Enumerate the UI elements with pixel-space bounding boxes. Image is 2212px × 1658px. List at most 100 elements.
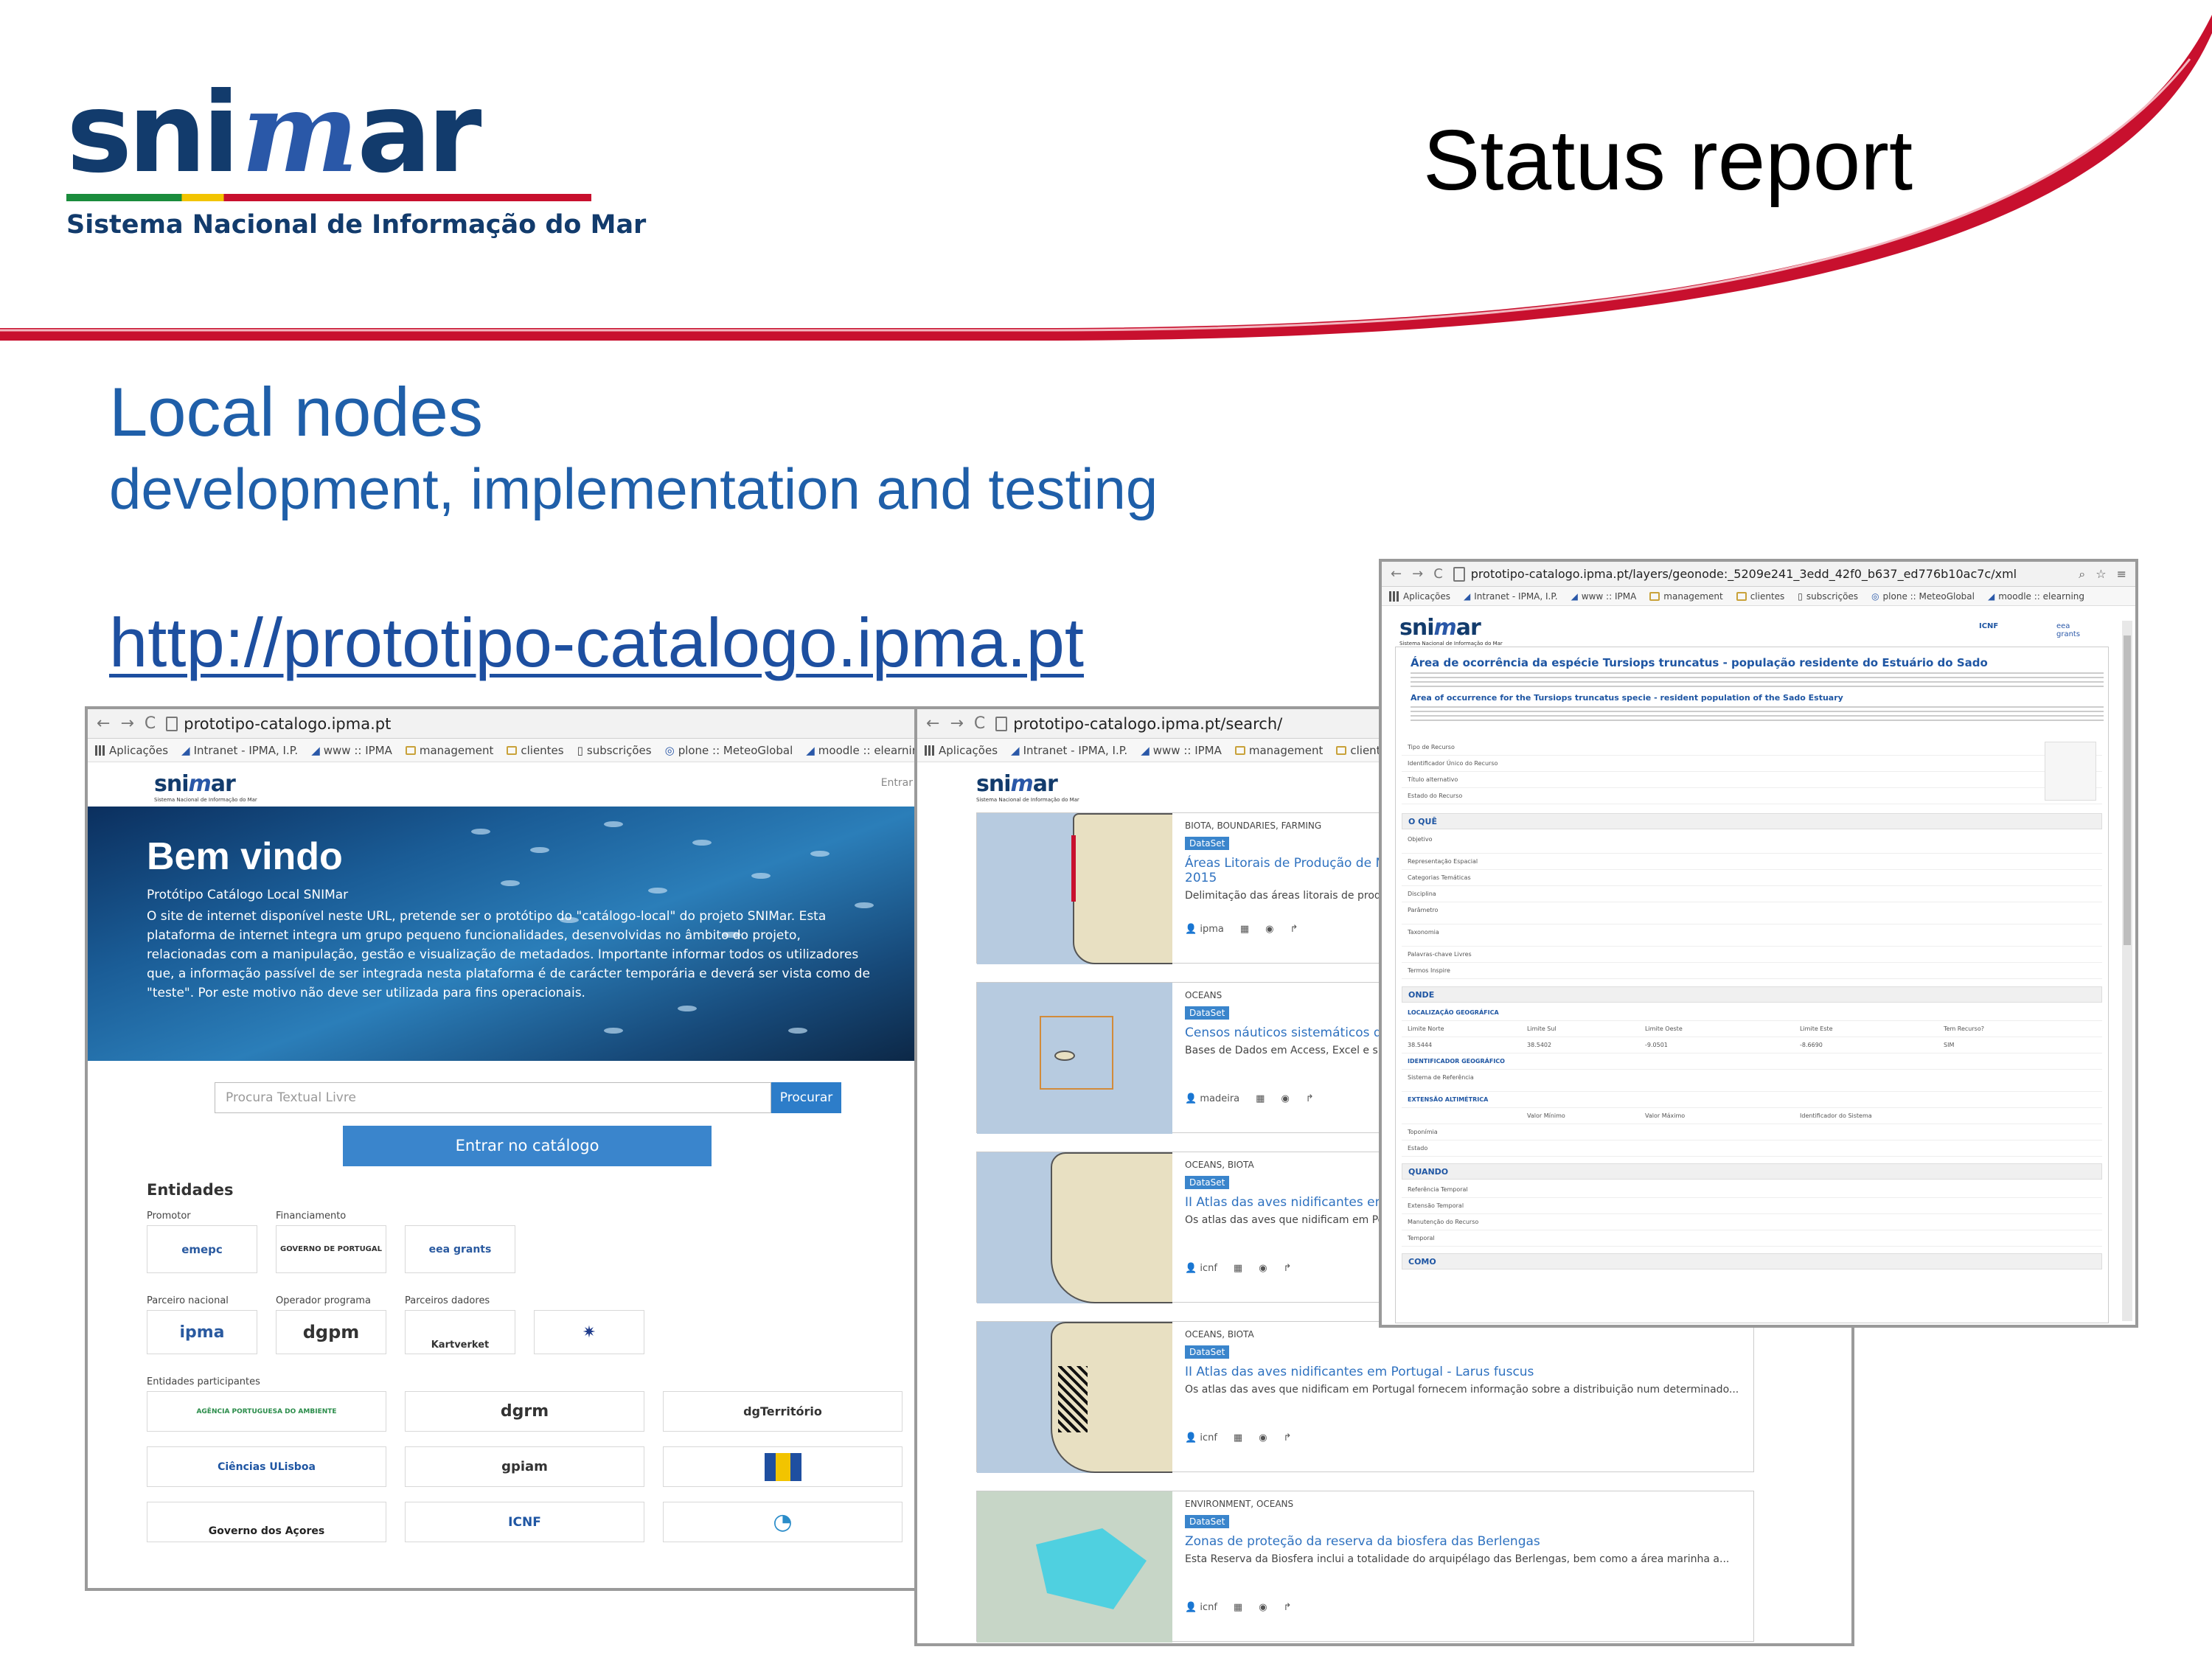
reload-icon[interactable]: C	[974, 714, 985, 733]
search-result-item[interactable]: ENVIRONMENT, OCEANS DataSet Zonas de pro…	[976, 1491, 1754, 1643]
back-icon[interactable]: ←	[97, 714, 110, 733]
alt-columns-row: Valor Mínimo Valor Máximo Identificador do…	[1402, 1108, 2102, 1124]
partner-logo-icnf: ICNF	[1979, 622, 1999, 630]
result-title[interactable]: II Atlas das aves nidificantes em Portug…	[1185, 1365, 1534, 1379]
welcome-title: Bem vindo	[147, 835, 343, 878]
emblem-icon[interactable]: ✷	[534, 1310, 644, 1354]
bookmark-www[interactable]: ◢ www :: IPMA	[1141, 744, 1222, 757]
reload-icon[interactable]: C	[1433, 566, 1443, 582]
enter-catalog-button[interactable]: Entrar no catálogo	[343, 1126, 712, 1166]
metadata-row: Temporal	[1402, 1230, 2102, 1247]
bookmark-apps[interactable]: Aplicações	[1389, 591, 1450, 602]
bookmark-apps[interactable]: Aplicações	[925, 744, 998, 757]
result-meta: 👤 icnf ▦ ◉ ↱	[1185, 1263, 1291, 1274]
logo-emepc[interactable]: emepc	[147, 1225, 257, 1273]
dataset-badge: DataSet	[1185, 1006, 1230, 1020]
hydrographic-logo-icon[interactable]: ◔	[663, 1502, 902, 1542]
result-map-thumbnail	[977, 1491, 1172, 1643]
bookmark-client[interactable]: client	[1336, 744, 1381, 757]
back-icon[interactable]: ←	[1391, 566, 1402, 582]
bookmark-moodle[interactable]: ◢ moodle :: elearning	[1988, 591, 2084, 602]
logo-icnf[interactable]: ICNF	[405, 1502, 644, 1542]
menu-icon[interactable]: ≡	[2117, 567, 2126, 581]
site-logo[interactable]: snimar Sistema Nacional de Informação do…	[154, 771, 257, 803]
metadata-title-pt: Área de ocorrência da espécie Tursiops t…	[1411, 656, 1988, 669]
login-link[interactable]: Entrar	[881, 777, 913, 789]
logo-apa[interactable]: AGÊNCIA PORTUGUESA DO AMBIENTE	[147, 1391, 386, 1432]
search-result-item[interactable]: OCEANS, BIOTA DataSet II Atlas das aves …	[976, 1321, 1754, 1473]
label-participantes: Entidades participantes	[147, 1376, 260, 1387]
address-bar[interactable]: prototipo-catalogo.ipma.pt/layers/geonod…	[1453, 566, 2017, 582]
logo-ciencias-ulisboa[interactable]: Ciências ULisboa	[147, 1446, 386, 1487]
bookmark-clientes[interactable]: clientes	[1736, 591, 1784, 602]
metadata-row: Toponímia	[1402, 1124, 2102, 1140]
site-logo[interactable]: snimar Sistema Nacional de Informação do…	[1399, 615, 1503, 647]
reload-icon[interactable]: C	[145, 714, 156, 733]
search-button[interactable]: Procurar	[771, 1082, 841, 1113]
dataset-badge: DataSet	[1185, 1176, 1230, 1189]
section-what[interactable]: O QUÊ	[1402, 813, 2102, 829]
geo-identifier-heading: IDENTIFICADOR GEOGRÁFICO	[1402, 1053, 2102, 1070]
logo-madeira-flag[interactable]	[663, 1446, 902, 1487]
abstract-en-text	[1411, 706, 2104, 724]
catalog-url-link[interactable]: http://prototipo-catalogo.ipma.pt	[109, 603, 1084, 683]
logo-dgterritorio[interactable]: dgTerritório	[663, 1391, 902, 1432]
result-categories: OCEANS, BIOTA	[1185, 1329, 1254, 1340]
address-bar[interactable]: prototipo-catalogo.ipma.pt	[166, 715, 391, 733]
bookmark-apps[interactable]: Aplicações	[95, 744, 168, 757]
bookmark-subscricoes[interactable]: ▯ subscrições	[577, 744, 652, 757]
bookmark-www[interactable]: ◢ www :: IPMA	[1571, 591, 1637, 602]
section-where[interactable]: ONDE	[1402, 986, 2102, 1003]
bookmark-intranet[interactable]: ◢ Intranet - IPMA, I.P.	[1011, 744, 1127, 757]
star-icon[interactable]: ☆	[2096, 567, 2106, 581]
logo-governo-portugal[interactable]: GOVERNO DE PORTUGAL	[276, 1225, 386, 1273]
result-title[interactable]: Censos náuticos sistemáticos do M	[1185, 1025, 1404, 1040]
metadata-row: Extensão Temporal	[1402, 1198, 2102, 1214]
logo-eea-grants[interactable]: eea grants	[405, 1225, 515, 1273]
folder-icon	[507, 745, 518, 755]
section-how[interactable]: COMO	[1402, 1253, 2102, 1269]
result-title[interactable]: II Atlas das aves nidificantes em Po	[1185, 1195, 1406, 1210]
result-title[interactable]: Zonas de proteção da reserva da biosfera…	[1185, 1534, 1540, 1549]
metadata-row: Referência Temporal	[1402, 1182, 2102, 1198]
result-title-line2[interactable]: 2015	[1185, 871, 1217, 885]
bookmark-management[interactable]: management	[405, 744, 493, 757]
bookmark-plone[interactable]: ◎ plone :: MeteoGlobal	[1871, 591, 1975, 602]
bookmark-clientes[interactable]: clientes	[507, 744, 564, 757]
bookmark-management[interactable]: management	[1649, 591, 1723, 602]
logo-governo-acores[interactable]: Governo dos Açores	[147, 1502, 386, 1542]
bookmark-management[interactable]: management	[1234, 744, 1323, 757]
search-input[interactable]: Procura Textual Livre	[215, 1082, 771, 1113]
logo-dgpm[interactable]: dgpm	[276, 1310, 386, 1354]
logo-ipma[interactable]: ipma	[147, 1310, 257, 1354]
bookmark-intranet[interactable]: ◢ Intranet - IPMA, I.P.	[1464, 591, 1558, 602]
metadata-row: Identificador Único do Recurso	[1402, 756, 2102, 772]
browser-toolbar: ← → C prototipo-catalogo.ipma.pt/layers/…	[1382, 562, 2135, 587]
share-icon: ↱	[1290, 924, 1298, 935]
bookmark-plone[interactable]: ◎ plone :: MeteoGlobal	[665, 744, 793, 757]
address-bar[interactable]: prototipo-catalogo.ipma.pt/search/	[995, 715, 1282, 733]
bookmark-subscricoes[interactable]: ▯ subscrições	[1798, 591, 1858, 602]
site-logo[interactable]: snimar Sistema Nacional de Informação do…	[976, 771, 1079, 803]
result-categories: ENVIRONMENT, OCEANS	[1185, 1499, 1294, 1509]
scrollbar-thumb[interactable]	[2124, 635, 2131, 945]
bookmark-intranet[interactable]: ◢ Intranet - IPMA, I.P.	[181, 744, 298, 757]
zoom-icon[interactable]: ⌕	[2079, 567, 2085, 582]
metadata-row: Estado	[1402, 1140, 2102, 1157]
bookmark-moodle[interactable]: ◢ moodle :: elearning	[806, 744, 919, 757]
calendar-icon: ▦	[1233, 1432, 1243, 1443]
plone-icon: ◎	[664, 743, 675, 757]
logo-word-left: sni	[66, 69, 240, 198]
back-icon[interactable]: ←	[926, 714, 939, 733]
forward-icon[interactable]: →	[120, 714, 133, 733]
forward-icon[interactable]: →	[1412, 566, 1423, 582]
result-categories: OCEANS	[1185, 990, 1222, 1000]
logo-dgrm[interactable]: dgrm	[405, 1391, 644, 1432]
section-heading: Local nodes	[109, 373, 483, 450]
bookmark-www[interactable]: ◢ www :: IPMA	[311, 744, 392, 757]
logo-gpiam[interactable]: gpiam	[405, 1446, 644, 1487]
logo-kartverket[interactable]: Kartverket	[405, 1310, 515, 1354]
result-title[interactable]: Áreas Litorais de Produção de Mol	[1185, 856, 1397, 871]
section-when[interactable]: QUANDO	[1402, 1163, 2102, 1180]
forward-icon[interactable]: →	[950, 714, 963, 733]
